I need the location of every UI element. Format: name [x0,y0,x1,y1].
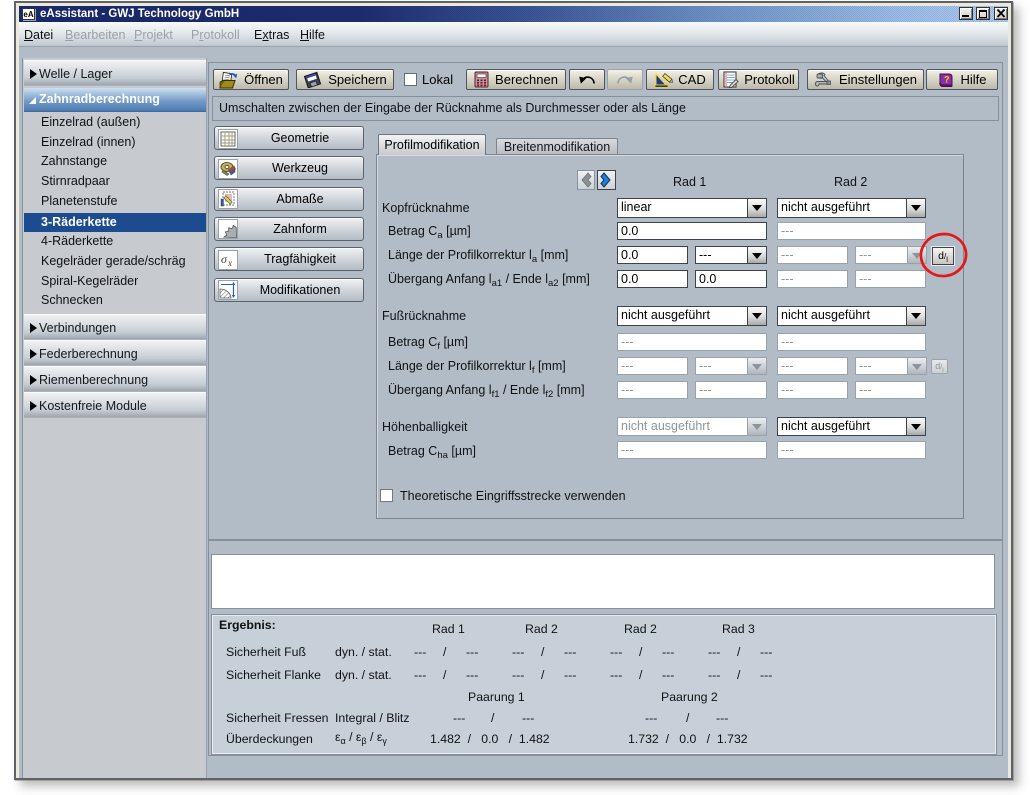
svg-text:σ: σ [221,252,228,266]
svg-text:x: x [227,258,232,268]
svg-text:?: ? [944,74,950,84]
